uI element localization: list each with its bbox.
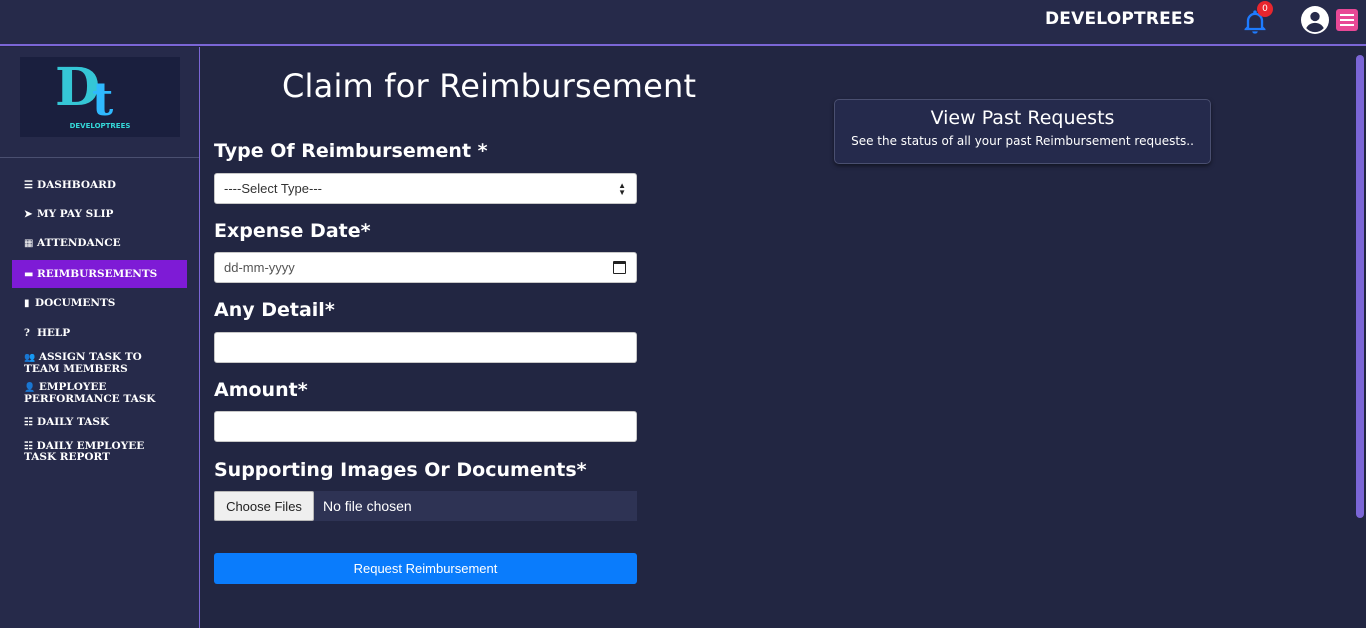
- hamburger-menu-icon[interactable]: [1336, 9, 1358, 31]
- sidebar-item-label: ASSIGN TASK TO TEAM MEMBERS: [24, 351, 142, 375]
- user-edit-icon: 👤: [24, 383, 36, 393]
- detail-label: Any Detail*: [214, 299, 335, 321]
- sidebar-item-dashboard[interactable]: ☰ DASHBOARD: [12, 180, 187, 192]
- sidebar-item-label: MY PAY SLIP: [37, 208, 114, 220]
- sidebar-divider: [0, 157, 199, 158]
- page-title: Claim for Reimbursement: [282, 67, 697, 105]
- sidebar-item-help[interactable]: ? HELP: [12, 328, 187, 340]
- sidebar-item-attendance[interactable]: ▦ ATTENDANCE: [12, 238, 187, 250]
- sidebar-item-label: DASHBOARD: [37, 179, 116, 191]
- calendar-icon: ▦: [24, 238, 34, 249]
- sidebar-item-documents[interactable]: ▮ DOCUMENTS: [12, 298, 187, 310]
- sidebar-item-label: EMPLOYEE PERFORMANCE TASK: [24, 381, 156, 405]
- reimbursement-type-select[interactable]: ----Select Type--- ▲ ▼: [214, 173, 637, 204]
- svg-text:DEVELOPTREES: DEVELOPTREES: [70, 122, 131, 130]
- type-label: Type Of Reimbursement *: [214, 140, 488, 162]
- bars-icon: ☰: [24, 180, 33, 191]
- paper-plane-icon: ➤: [24, 209, 33, 220]
- file-upload-input[interactable]: Choose Files No file chosen: [214, 491, 637, 521]
- amount-input[interactable]: [214, 411, 637, 442]
- sidebar-item-label: HELP: [37, 327, 71, 339]
- page-scrollbar[interactable]: [1356, 55, 1364, 518]
- sidebar-item-daily-task[interactable]: ☷ DAILY TASK: [12, 417, 187, 429]
- top-navbar: DEVELOPTREES 0: [0, 0, 1366, 46]
- sidebar-item-label: ATTENDANCE: [37, 237, 121, 249]
- brand-name: DEVELOPTREES: [1045, 9, 1196, 29]
- sidebar-item-my-pay-slip[interactable]: ➤ MY PAY SLIP: [12, 209, 187, 221]
- calendar-picker-icon[interactable]: [613, 261, 626, 274]
- sidebar: D t DEVELOPTREES ☰ DASHBOARD ➤ MY PAY SL…: [0, 47, 200, 628]
- select-arrows-icon: ▲ ▼: [618, 181, 626, 197]
- credit-card-icon: ▬: [24, 269, 34, 280]
- sidebar-item-label: DAILY TASK: [37, 416, 110, 428]
- past-requests-subtitle: See the status of all your past Reimburs…: [851, 134, 1194, 148]
- file-icon: ▮: [24, 298, 30, 309]
- amount-label: Amount*: [214, 379, 308, 401]
- company-logo[interactable]: D t DEVELOPTREES: [20, 57, 180, 137]
- sidebar-item-label: REIMBURSEMENTS: [37, 268, 158, 280]
- choose-files-button[interactable]: Choose Files: [214, 491, 314, 521]
- sidebar-item-reimbursements[interactable]: ▬ REIMBURSEMENTS: [12, 260, 187, 288]
- view-past-requests-card[interactable]: View Past Requests See the status of all…: [834, 99, 1211, 164]
- notification-count-badge: 0: [1257, 1, 1273, 17]
- select-value: ----Select Type---: [224, 181, 322, 196]
- user-account-icon[interactable]: [1301, 6, 1329, 34]
- sidebar-item-daily-employee-task-report[interactable]: ☷ DAILY EMPLOYEE TASK REPORT: [12, 441, 187, 465]
- sidebar-item-employee-performance[interactable]: 👤 EMPLOYEE PERFORMANCE TASK: [12, 382, 187, 406]
- supporting-docs-label: Supporting Images Or Documents*: [214, 459, 587, 481]
- date-placeholder: dd-mm-yyyy: [224, 260, 295, 275]
- expense-date-label: Expense Date*: [214, 220, 371, 242]
- past-requests-title: View Past Requests: [930, 107, 1115, 129]
- detail-input[interactable]: [214, 332, 637, 363]
- question-circle-icon: ?: [24, 328, 30, 339]
- expense-date-input[interactable]: dd-mm-yyyy: [214, 252, 637, 283]
- sidebar-item-assign-task[interactable]: 👥 ASSIGN TASK TO TEAM MEMBERS: [12, 352, 187, 376]
- sidebar-item-label: DAILY EMPLOYEE TASK REPORT: [24, 440, 145, 463]
- sidebar-item-label: DOCUMENTS: [35, 297, 116, 309]
- no-file-text: No file chosen: [323, 498, 412, 514]
- request-reimbursement-button[interactable]: Request Reimbursement: [214, 553, 637, 584]
- users-icon: 👥: [24, 353, 36, 363]
- svg-text:t: t: [92, 72, 114, 126]
- list-icon: ☷: [24, 417, 33, 428]
